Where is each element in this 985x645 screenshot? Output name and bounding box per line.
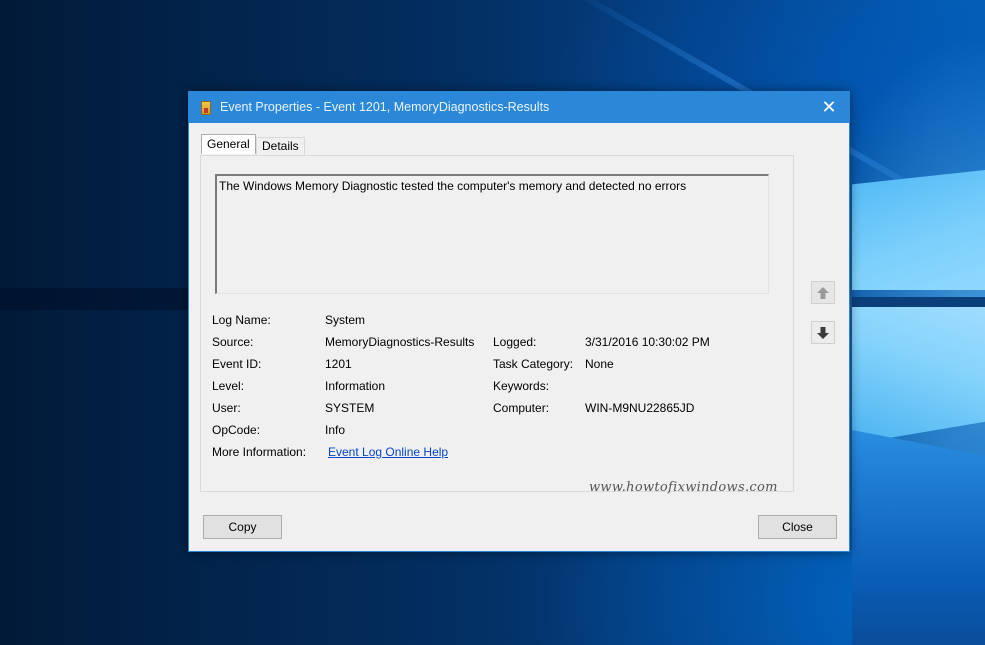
arrow-down-icon (817, 326, 829, 339)
tab-details[interactable]: Details (256, 137, 305, 155)
log-name-label: Log Name: (212, 313, 271, 327)
wallpaper-window-pane (852, 307, 985, 445)
task-category-value: None (585, 357, 614, 371)
event-viewer-icon (201, 101, 211, 115)
opcode-label: OpCode: (212, 423, 261, 437)
watermark-text: www.howtofixwindows.com (589, 480, 778, 495)
event-log-online-help-link[interactable]: Event Log Online Help (328, 445, 448, 459)
task-category-label: Task Category: (493, 357, 574, 371)
more-information-label: More Information: (212, 445, 307, 459)
event-id-value: 1201 (325, 357, 352, 371)
general-tab-page: The Windows Memory Diagnostic tested the… (200, 155, 794, 492)
logged-value: 3/31/2016 10:30:02 PM (585, 335, 710, 349)
window-title: Event Properties - Event 1201, MemoryDia… (220, 100, 550, 114)
keywords-label: Keywords: (493, 379, 550, 393)
computer-label: Computer: (493, 401, 550, 415)
wallpaper-window-pane (852, 170, 985, 290)
event-description[interactable]: The Windows Memory Diagnostic tested the… (215, 174, 769, 294)
wallpaper-band (0, 288, 190, 310)
event-id-label: Event ID: (212, 357, 262, 371)
level-value: Information (325, 379, 386, 393)
logged-label: Logged: (493, 335, 537, 349)
source-label: Source: (212, 335, 254, 349)
tab-general[interactable]: General (201, 134, 256, 154)
log-name-value: System (325, 313, 366, 327)
wallpaper-pane-divider (852, 297, 985, 307)
opcode-value: Info (325, 423, 346, 437)
user-value: SYSTEM (325, 401, 375, 415)
close-icon[interactable]: ✕ (809, 92, 849, 123)
level-label: Level: (212, 379, 245, 393)
copy-button[interactable]: Copy (203, 515, 282, 539)
event-properties-dialog: Event Properties - Event 1201, MemoryDia… (188, 91, 850, 552)
user-label: User: (212, 401, 241, 415)
title-bar[interactable]: Event Properties - Event 1201, MemoryDia… (189, 92, 849, 123)
next-event-button[interactable] (811, 321, 835, 344)
close-button[interactable]: Close (758, 515, 837, 539)
source-value: MemoryDiagnostics-Results (325, 335, 475, 349)
wallpaper-window-pane (852, 430, 985, 645)
previous-event-button[interactable] (811, 281, 835, 304)
computer-value: WIN-M9NU22865JD (585, 401, 695, 415)
arrow-up-icon (817, 286, 829, 299)
